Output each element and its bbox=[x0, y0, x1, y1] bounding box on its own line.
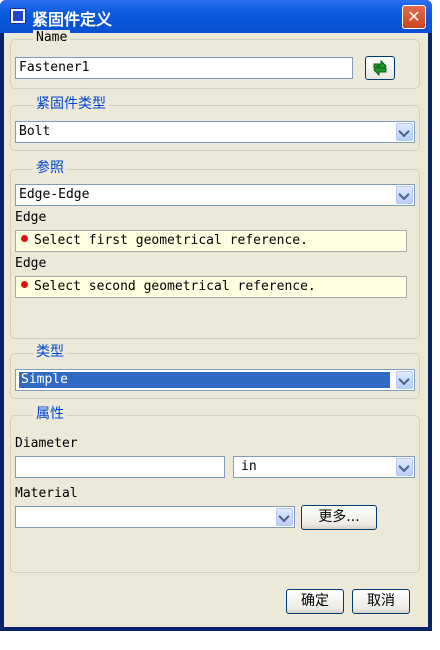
fastener-type-select[interactable]: Bolt bbox=[15, 121, 415, 143]
diameter-input[interactable] bbox=[15, 456, 225, 478]
window-icon bbox=[10, 8, 26, 24]
dialog-body: Name Fastener1 紧固件类型 Bolt 参照 Edge-Edge E… bbox=[4, 30, 428, 627]
ok-button[interactable]: 确定 bbox=[286, 589, 344, 614]
name-input[interactable]: Fastener1 bbox=[15, 57, 353, 79]
property-legend: 属性 bbox=[33, 406, 67, 422]
name-legend: Name bbox=[33, 30, 71, 46]
green-select-arrow-icon bbox=[373, 60, 387, 76]
unit-select[interactable]: in bbox=[233, 456, 415, 478]
fastener-type-legend: 紧固件类型 bbox=[33, 96, 109, 112]
property-group: 属性 Diameter in Material 更多... bbox=[10, 406, 420, 573]
fastener-type-group: 紧固件类型 Bolt bbox=[10, 96, 420, 151]
close-icon: ✕ bbox=[407, 7, 421, 26]
cancel-button[interactable]: 取消 bbox=[352, 589, 410, 614]
first-edge-label: Edge bbox=[15, 210, 47, 225]
window-title: 紧固件定义 bbox=[32, 10, 113, 29]
reference-group: 参照 Edge-Edge Edge Select first geometric… bbox=[10, 160, 420, 339]
fastener-type-value: Bolt bbox=[19, 124, 51, 139]
type-value: Simple bbox=[19, 372, 390, 388]
more-button[interactable]: 更多... bbox=[301, 505, 377, 530]
reference-type-value: Edge-Edge bbox=[19, 187, 90, 202]
material-label: Material bbox=[15, 486, 78, 501]
type-select[interactable]: Simple bbox=[15, 369, 415, 391]
close-button[interactable]: ✕ bbox=[402, 5, 426, 29]
second-reference-collector[interactable]: Select second geometrical reference. bbox=[15, 276, 407, 298]
required-dot-icon bbox=[21, 281, 28, 288]
fastener-definition-dialog: 紧固件定义 ✕ Name Fastener1 紧固件类型 Bolt 参照 Edg… bbox=[0, 0, 432, 631]
reference-legend: 参照 bbox=[33, 160, 67, 176]
diameter-label: Diameter bbox=[15, 436, 78, 451]
name-group: Name Fastener1 bbox=[10, 30, 420, 89]
first-reference-collector[interactable]: Select first geometrical reference. bbox=[15, 230, 407, 252]
second-edge-label: Edge bbox=[15, 256, 47, 271]
select-name-button[interactable] bbox=[365, 56, 395, 80]
required-dot-icon bbox=[21, 235, 28, 242]
chevron-down-icon[interactable] bbox=[396, 123, 413, 141]
title-bar[interactable]: 紧固件定义 ✕ bbox=[0, 0, 432, 33]
material-select[interactable] bbox=[15, 506, 295, 528]
first-reference-message: Select first geometrical reference. bbox=[34, 233, 308, 248]
chevron-down-icon[interactable] bbox=[276, 508, 293, 526]
type-group: 类型 Simple bbox=[10, 344, 420, 399]
chevron-down-icon[interactable] bbox=[396, 186, 413, 204]
unit-value: in bbox=[241, 459, 257, 474]
chevron-down-icon[interactable] bbox=[396, 458, 413, 476]
chevron-down-icon[interactable] bbox=[396, 371, 413, 389]
type-legend: 类型 bbox=[33, 344, 67, 360]
second-reference-message: Select second geometrical reference. bbox=[34, 279, 316, 294]
reference-type-select[interactable]: Edge-Edge bbox=[15, 184, 415, 206]
